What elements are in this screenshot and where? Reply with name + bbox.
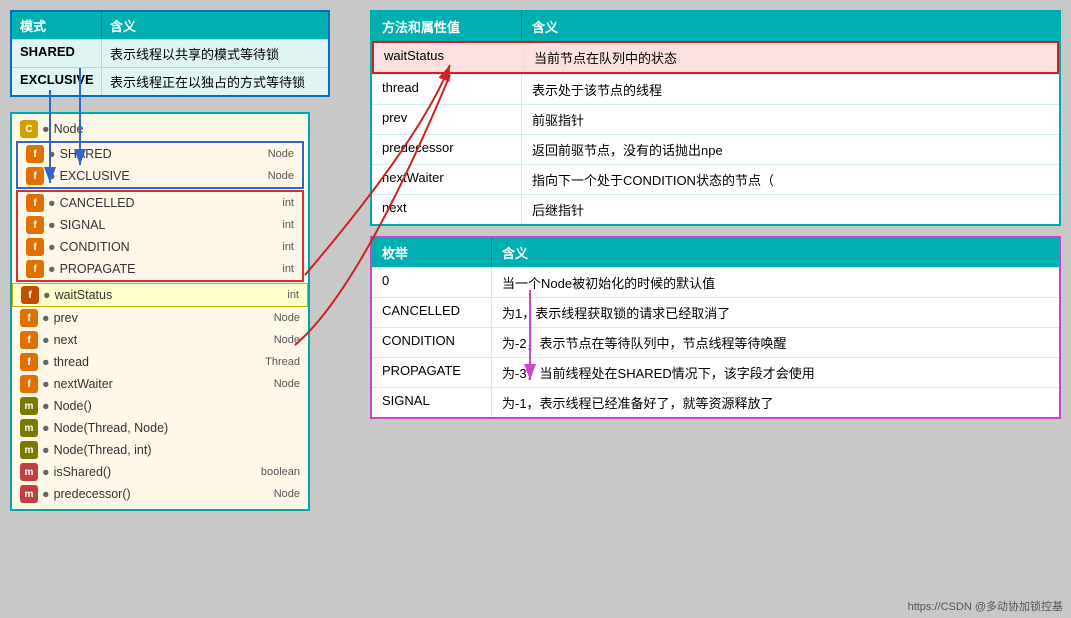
enum-cancelled-meaning: 为1，表示线程获取锁的请求已经取消了	[492, 298, 1059, 327]
enum-0-name: 0	[372, 268, 492, 297]
prop-row-thread: thread 表示处于该节点的线程	[372, 74, 1059, 104]
prop-waitstatus-meaning: 当前节点在队列中的状态	[524, 43, 1057, 72]
prop-next-name: next	[372, 195, 522, 224]
prop-waitstatus-name: waitStatus	[374, 43, 524, 72]
prop-nextwaiter-meaning: 指向下一个处于CONDITION状态的节点（	[522, 165, 1059, 194]
node-constructor-icon: m	[20, 397, 38, 415]
mode-row-shared: SHARED 表示线程以共享的模式等待锁	[12, 39, 328, 67]
tree-item-predecessor: m ● predecessor() Node	[12, 483, 308, 505]
exclusive-icon: f	[26, 167, 44, 185]
propagate-icon: f	[26, 260, 44, 278]
prop-row-waitstatus: waitStatus 当前节点在队列中的状态	[372, 41, 1059, 74]
prev-icon: f	[20, 309, 38, 327]
right-panel: 方法和属性值 含义 waitStatus 当前节点在队列中的状态 thread …	[360, 0, 1071, 618]
tree-item-condition: f ● CONDITION int	[18, 236, 302, 258]
tree-item-node-thread-int: m ● Node(Thread, int)	[12, 439, 308, 461]
node-class-icon: C	[20, 120, 38, 138]
isshared-icon: m	[20, 463, 38, 481]
enum-row-0: 0 当一个Node被初始化的时候的默认值	[372, 267, 1059, 297]
signal-icon: f	[26, 216, 44, 234]
prop-row-predecessor: predecessor 返回前驱节点，没有的话抛出npe	[372, 134, 1059, 164]
enum-row-propagate: PROPAGATE 为-3，当前线程处在SHARED情况下，该字段才会使用	[372, 357, 1059, 387]
mode-exclusive-name: EXCLUSIVE	[12, 68, 102, 95]
mode-table: 模式 含义 SHARED 表示线程以共享的模式等待锁 EXCLUSIVE 表示线…	[10, 10, 330, 97]
mode-table-header: 模式 含义	[12, 12, 328, 39]
class-tree: C ● Node f ● SHARED Node f ● EXCLUSIVE N…	[10, 112, 310, 511]
cancelled-icon: f	[26, 194, 44, 212]
cancelled-group: f ● CANCELLED int f ● SIGNAL int f ● CON…	[16, 190, 304, 282]
tree-item-exclusive: f ● EXCLUSIVE Node	[18, 165, 302, 187]
prop-predecessor-meaning: 返回前驱节点，没有的话抛出npe	[522, 135, 1059, 164]
tree-item-propagate: f ● PROPAGATE int	[18, 258, 302, 280]
tree-item-isshared: m ● isShared() boolean	[12, 461, 308, 483]
prop-prev-meaning: 前驱指针	[522, 105, 1059, 134]
prop-row-prev: prev 前驱指针	[372, 104, 1059, 134]
main-container: 模式 含义 SHARED 表示线程以共享的模式等待锁 EXCLUSIVE 表示线…	[0, 0, 1071, 618]
tree-item-cancelled: f ● CANCELLED int	[18, 192, 302, 214]
props-col1-header: 方法和属性值	[372, 12, 522, 41]
enum-table-header: 枚举 含义	[372, 238, 1059, 267]
shared-icon: f	[26, 145, 44, 163]
prop-thread-name: thread	[372, 75, 522, 104]
tree-item-thread: f ● thread Thread	[12, 351, 308, 373]
node-thread-int-icon: m	[20, 441, 38, 459]
prop-thread-meaning: 表示处于该节点的线程	[522, 75, 1059, 104]
nextwaiter-icon: f	[20, 375, 38, 393]
left-panel: 模式 含义 SHARED 表示线程以共享的模式等待锁 EXCLUSIVE 表示线…	[0, 0, 360, 618]
props-table-header: 方法和属性值 含义	[372, 12, 1059, 41]
waitstatus-icon: f	[21, 286, 39, 304]
prop-predecessor-name: predecessor	[372, 135, 522, 164]
shared-excl-group: f ● SHARED Node f ● EXCLUSIVE Node	[16, 141, 304, 189]
enum-condition-meaning: 为-2，表示节点在等待队列中，节点线程等待唤醒	[492, 328, 1059, 357]
next-icon: f	[20, 331, 38, 349]
enum-propagate-meaning: 为-3，当前线程处在SHARED情况下，该字段才会使用	[492, 358, 1059, 387]
enum-col1-header: 枚举	[372, 238, 492, 267]
enum-condition-name: CONDITION	[372, 328, 492, 357]
tree-node-header: C ● Node	[12, 118, 308, 140]
tree-item-nextwaiter: f ● nextWaiter Node	[12, 373, 308, 395]
enum-propagate-name: PROPAGATE	[372, 358, 492, 387]
mode-shared-meaning: 表示线程以共享的模式等待锁	[102, 40, 328, 67]
predecessor-icon: m	[20, 485, 38, 503]
mode-row-exclusive: EXCLUSIVE 表示线程正在以独占的方式等待锁	[12, 67, 328, 95]
tree-item-signal: f ● SIGNAL int	[18, 214, 302, 236]
tree-item-waitstatus: f ● waitStatus int	[12, 283, 308, 307]
enum-signal-meaning: 为-1，表示线程已经准备好了，就等资源释放了	[492, 388, 1059, 417]
enum-cancelled-name: CANCELLED	[372, 298, 492, 327]
mode-col1-header: 模式	[12, 12, 102, 39]
prop-row-next: next 后继指针	[372, 194, 1059, 224]
prop-next-meaning: 后继指针	[522, 195, 1059, 224]
enum-col2-header: 含义	[492, 238, 1059, 267]
tree-item-node-constructor: m ● Node()	[12, 395, 308, 417]
props-col2-header: 含义	[522, 12, 1059, 41]
enum-signal-name: SIGNAL	[372, 388, 492, 417]
enum-0-meaning: 当一个Node被初始化的时候的默认值	[492, 268, 1059, 297]
condition-icon: f	[26, 238, 44, 256]
tree-item-shared: f ● SHARED Node	[18, 143, 302, 165]
prop-row-nextwaiter: nextWaiter 指向下一个处于CONDITION状态的节点（	[372, 164, 1059, 194]
footer: https://CSDN @多动协加锁控基	[908, 598, 1063, 614]
mode-shared-name: SHARED	[12, 40, 102, 67]
prop-nextwaiter-name: nextWaiter	[372, 165, 522, 194]
node-thread-node-icon: m	[20, 419, 38, 437]
tree-item-prev: f ● prev Node	[12, 307, 308, 329]
enum-row-cancelled: CANCELLED 为1，表示线程获取锁的请求已经取消了	[372, 297, 1059, 327]
enum-row-condition: CONDITION 为-2，表示节点在等待队列中，节点线程等待唤醒	[372, 327, 1059, 357]
mode-col2-header: 含义	[102, 12, 328, 39]
tree-item-next: f ● next Node	[12, 329, 308, 351]
thread-icon: f	[20, 353, 38, 371]
mode-exclusive-meaning: 表示线程正在以独占的方式等待锁	[102, 68, 328, 95]
enum-row-signal: SIGNAL 为-1，表示线程已经准备好了，就等资源释放了	[372, 387, 1059, 417]
enum-table: 枚举 含义 0 当一个Node被初始化的时候的默认值 CANCELLED 为1，…	[370, 236, 1061, 419]
tree-item-node-thread-node: m ● Node(Thread, Node)	[12, 417, 308, 439]
prop-prev-name: prev	[372, 105, 522, 134]
props-table: 方法和属性值 含义 waitStatus 当前节点在队列中的状态 thread …	[370, 10, 1061, 226]
